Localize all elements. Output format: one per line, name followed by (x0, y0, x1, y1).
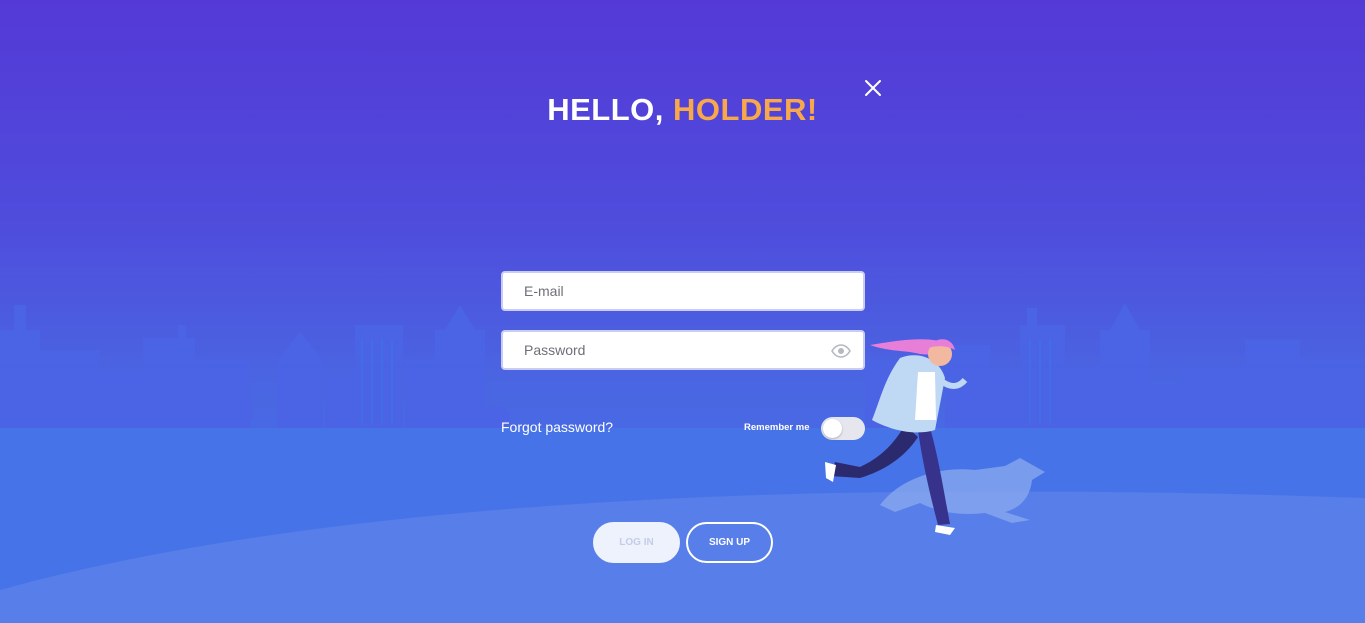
signup-button[interactable]: SIGN UP (686, 522, 773, 563)
page-title: HELLO, HOLDER! (0, 91, 1365, 129)
email-field[interactable] (501, 271, 865, 311)
holder-name-text: HOLDER! (673, 92, 818, 127)
toggle-knob (823, 419, 842, 438)
greeting-text: HELLO, (547, 92, 664, 127)
password-field[interactable] (501, 330, 865, 370)
eye-icon[interactable] (831, 344, 851, 358)
password-input[interactable] (503, 332, 863, 368)
login-button[interactable]: LOG IN (593, 522, 680, 563)
remember-me-toggle[interactable] (821, 417, 865, 440)
close-icon[interactable] (862, 77, 884, 99)
email-input[interactable] (503, 273, 863, 309)
forgot-password-link[interactable]: Forgot password? (501, 419, 613, 435)
remember-me-label: Remember me (744, 422, 810, 433)
